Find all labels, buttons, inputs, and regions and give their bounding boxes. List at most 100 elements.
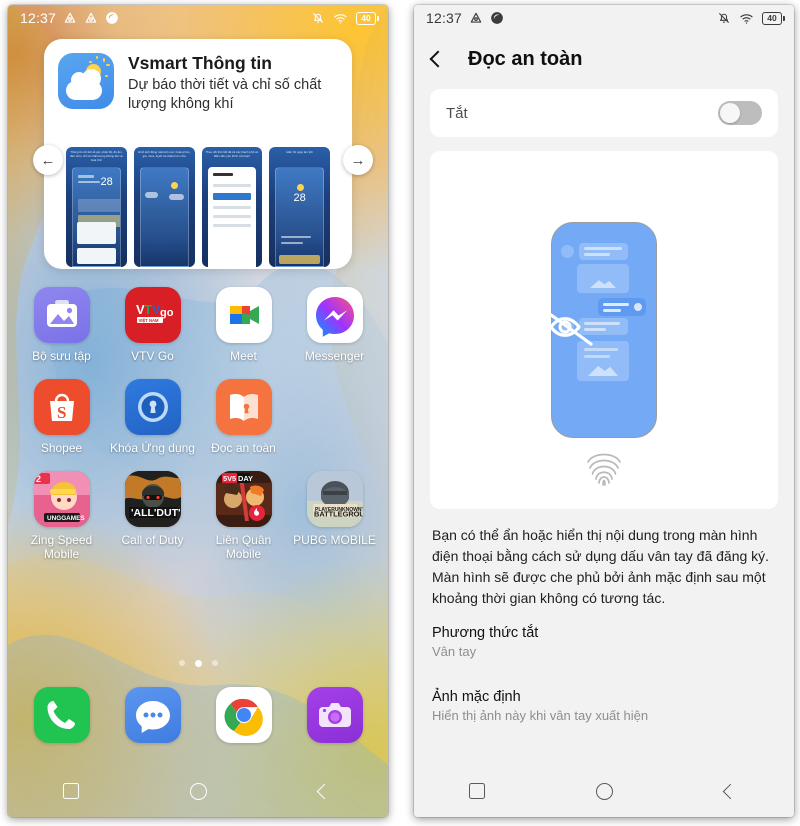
svg-text:UNGGAMES: UNGGAMES (47, 515, 85, 522)
status-bar-right: 40 (717, 11, 785, 26)
setting-item-title: Phương thức tắt (432, 625, 539, 641)
thumbnail-preview (139, 167, 189, 267)
safe-read-toggle-switch[interactable] (718, 101, 762, 125)
status-bar-left: 12:37 (20, 10, 119, 26)
page-dot-active[interactable] (194, 660, 202, 667)
illustration-card (430, 151, 778, 509)
battery-icon: 40 (762, 11, 785, 25)
thumbnail-caption: Theo dõi thời tiết tất cả các thành phố … (205, 150, 259, 158)
app-grid: Bộ sưu tập V T V go VIỆT NAM VTV Go Meet… (8, 287, 388, 578)
app-lien-quan-mobile[interactable]: 5V5 DAY Liên Quân Mobile (198, 471, 289, 561)
carousel-prev-button[interactable]: ← (33, 145, 63, 175)
dock (8, 687, 388, 743)
thumbnail-caption: Thông tin chi tiết về gió, nhiệt độ, độ … (70, 150, 123, 162)
app-safe-read[interactable]: Đọc an toàn (198, 379, 289, 455)
call-of-duty-icon: 'ALL'DUT' (124, 471, 181, 528)
enable-toggle-row[interactable]: Tắt (430, 89, 778, 137)
app-app-lock[interactable]: Khóa Ứng dụng (107, 379, 198, 455)
svg-text:VIỆT NAM: VIỆT NAM (138, 318, 159, 323)
carousel-thumbnail[interactable]: Theo dõi thời tiết tất cả các thành phố … (201, 147, 263, 267)
back-chevron-icon[interactable] (429, 50, 447, 68)
vsmart-weather-widget-card[interactable]: Vsmart Thông tin Dự báo thời tiết và chỉ… (44, 39, 352, 269)
carousel-thumbnail[interactable]: Hình ảnh động mặt trời mọc, hoàng hôn, g… (133, 147, 195, 267)
setting-item-title: Ảnh mặc định (432, 689, 521, 705)
app-label: PUBG MOBILE (293, 533, 376, 548)
app-lock-icon (124, 379, 181, 436)
thumbnail-caption: Hiển thị ngày âm lịch (286, 150, 314, 154)
widget-header: Vsmart Thông tin Dự báo thời tiết và chỉ… (44, 39, 352, 113)
app-label: Khóa Ứng dụng (110, 441, 195, 456)
widget-description: Dự báo thời tiết và chỉ số chất lượng kh… (128, 77, 322, 112)
navigation-bar (8, 765, 388, 817)
widget-screenshot-carousel[interactable]: Thông tin chi tiết về gió, nhiệt độ, độ … (44, 147, 352, 267)
status-bar-clock: 12:37 (20, 10, 57, 26)
status-bar-right: 40 (311, 11, 379, 26)
gallery-icon (33, 287, 90, 343)
battery-icon: 40 (356, 11, 379, 25)
app-label: Liên Quân Mobile (215, 533, 272, 562)
navigation-bar (414, 765, 794, 817)
settings-header: Đọc an toàn (414, 33, 794, 85)
dock-chrome[interactable] (198, 687, 289, 743)
page-dot[interactable] (211, 660, 218, 666)
recents-icon[interactable] (414, 783, 541, 799)
right-phone-settings-screen: 12:37 40 Đọc an toàn Tắt Bạn có thể ẩn h… (414, 5, 794, 817)
setting-item-default-image[interactable]: Ảnh mặc định Hiển thị ảnh này khi vân ta… (432, 689, 776, 723)
status-bar: 12:37 40 (414, 5, 794, 31)
back-icon[interactable] (261, 783, 388, 799)
dock-camera[interactable] (289, 687, 380, 743)
eclipse-icon (490, 11, 504, 25)
feature-description: Bạn có thể ẩn hoặc hiển thị nội dung tro… (432, 527, 770, 606)
app-messenger[interactable]: Messenger (289, 287, 380, 363)
app-label: Meet (230, 349, 257, 363)
vpn-icon (84, 11, 98, 25)
app-label: Bộ sưu tập (32, 349, 91, 363)
chrome-icon (215, 687, 272, 743)
left-phone-home-screen: 12:37 40 Vsmart Thông tin Dự báo thời ti… (8, 5, 388, 817)
mute-icon (717, 11, 731, 25)
setting-item-subtitle: Hiển thị ảnh này khi vân tay xuất hiện (432, 708, 649, 723)
app-vtv-go[interactable]: V T V go VIỆT NAM VTV Go (107, 287, 198, 363)
carousel-next-button[interactable]: → (343, 145, 373, 175)
dock-phone[interactable] (16, 687, 107, 743)
zing-speed-icon: 2 UNGGAMES (33, 471, 90, 528)
carousel-thumbnail[interactable]: Thông tin chi tiết về gió, nhiệt độ, độ … (66, 147, 127, 267)
home-icon[interactable] (135, 782, 262, 800)
status-bar-left: 12:37 (426, 10, 504, 26)
app-meet[interactable]: Meet (198, 287, 289, 363)
wifi-icon (333, 11, 348, 26)
hidden-content-phone-illustration (545, 222, 657, 486)
page-indicator[interactable] (8, 660, 388, 667)
phone-icon (33, 687, 90, 743)
home-icon[interactable] (541, 782, 668, 800)
app-zing-speed-mobile[interactable]: 2 UNGGAMES Zing Speed Mobile (16, 471, 107, 561)
google-meet-icon (215, 287, 272, 343)
lien-quan-icon: 5V5 DAY (215, 471, 272, 528)
page-dot[interactable] (178, 660, 185, 666)
dock-messages[interactable] (107, 687, 198, 743)
vpn-icon (469, 11, 483, 25)
app-pubg-mobile[interactable]: PLAYERUNKNOWN'S BATTLEGROUNDS PUBG MOBIL… (289, 471, 380, 561)
messages-icon (124, 687, 181, 743)
app-label: Đọc an toàn (211, 441, 276, 456)
back-icon[interactable] (667, 783, 794, 799)
widget-app-name: Vsmart Thông tin (128, 53, 272, 73)
svg-text:'ALL'DUT': 'ALL'DUT' (131, 507, 180, 519)
app-shopee[interactable]: S Shopee (16, 379, 107, 455)
svg-text:BATTLEGROUNDS: BATTLEGROUNDS (314, 510, 363, 519)
svg-text:T: T (144, 302, 152, 317)
settings-screen: 12:37 40 Đọc an toàn Tắt Bạn có thể ẩn h… (414, 5, 794, 817)
svg-text:DAY: DAY (238, 474, 253, 483)
carousel-thumbnail[interactable]: Hiển thị ngày âm lịch 28 (269, 147, 330, 267)
app-empty-slot (289, 379, 380, 455)
svg-text:5V5: 5V5 (223, 474, 236, 483)
app-call-of-duty[interactable]: 'ALL'DUT' Call of Duty (107, 471, 198, 561)
wifi-icon (739, 11, 754, 26)
setting-item-disable-method[interactable]: Phương thức tắt Vân tay (432, 625, 776, 659)
page-title: Đọc an toàn (468, 47, 583, 70)
app-gallery[interactable]: Bộ sưu tập (16, 287, 107, 363)
recents-icon[interactable] (8, 783, 135, 799)
setting-item-subtitle: Vân tay (432, 644, 477, 659)
app-row: S Shopee Khóa Ứng dụng Đọc an toàn (16, 379, 380, 455)
app-label: Messenger (304, 349, 365, 363)
